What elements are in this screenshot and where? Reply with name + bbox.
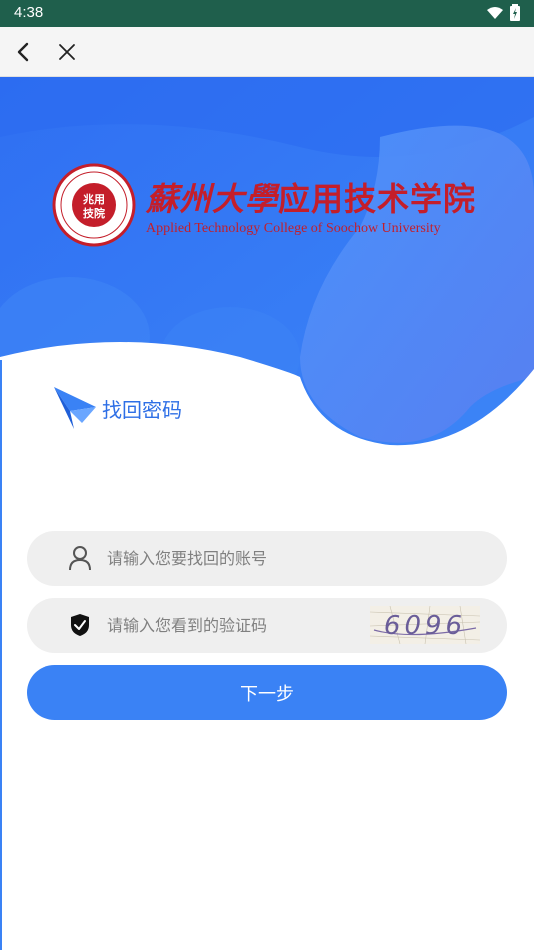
logo-text: 蘇州大學应用技术学院 Applied Technology College of…: [146, 174, 476, 237]
status-bar: 4:38: [0, 0, 534, 27]
wifi-icon: [487, 6, 503, 19]
logo-english-name: Applied Technology College of Soochow Un…: [146, 220, 441, 236]
account-field: [27, 531, 507, 586]
account-input[interactable]: [107, 531, 487, 586]
page-title: 找回密码: [102, 397, 182, 422]
next-step-button[interactable]: 下一步: [27, 665, 507, 720]
shield-check-icon: [67, 612, 93, 638]
captcha-image[interactable]: 6096: [370, 606, 480, 644]
college-logo: 兆用 技院 蘇州大學应用技术学院 Applied Technology Coll…: [52, 163, 476, 247]
svg-text:技院: 技院: [83, 206, 105, 220]
back-button[interactable]: [8, 37, 38, 67]
svg-text:兆用: 兆用: [83, 192, 105, 206]
logo-chinese-name: 蘇州大學应用技术学院: [146, 179, 477, 218]
status-icons: [486, 4, 520, 21]
close-button[interactable]: [52, 37, 82, 67]
nav-bar: [0, 27, 534, 77]
page-title-row: 找回密码: [52, 385, 182, 431]
paper-plane-icon: [54, 387, 96, 429]
close-icon: [59, 44, 75, 60]
college-seal-icon: 兆用 技院: [52, 163, 136, 247]
captcha-field: 6096: [27, 598, 507, 653]
user-icon: [67, 545, 93, 571]
captcha-input[interactable]: [107, 598, 357, 653]
status-time: 4:38: [14, 4, 44, 21]
svg-text:6096: 6096: [384, 611, 466, 641]
battery-icon: [510, 4, 520, 21]
left-edge-line: [0, 360, 2, 950]
chevron-left-icon: [17, 42, 29, 62]
